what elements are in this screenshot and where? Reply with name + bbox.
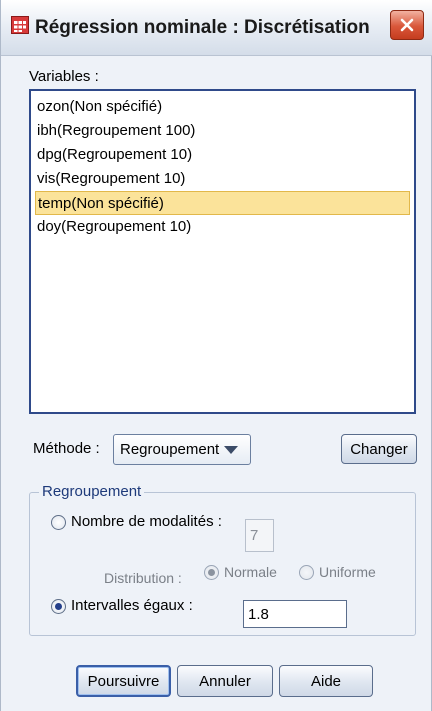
equal-intervals-radio[interactable] (51, 599, 66, 614)
categories-radio[interactable] (51, 515, 66, 530)
list-item[interactable]: ibh(Regroupement 100) (35, 119, 410, 143)
grouping-legend: Regroupement (39, 483, 145, 500)
uniform-radio[interactable] (299, 565, 314, 580)
method-label: Méthode : (33, 440, 100, 457)
normal-radio[interactable] (204, 565, 219, 580)
method-dropdown[interactable]: Regroupement (113, 434, 251, 465)
chevron-down-icon (224, 446, 238, 454)
equal-intervals-label: Intervalles égaux : (71, 597, 193, 614)
list-item-selected[interactable]: temp(Non spécifié) (35, 191, 410, 215)
list-item[interactable]: vis(Regroupement 10) (35, 167, 410, 191)
list-item[interactable]: doy(Regroupement 10) (35, 215, 410, 239)
list-item[interactable]: dpg(Regroupement 10) (35, 143, 410, 167)
cancel-button[interactable]: Annuler (177, 665, 273, 697)
window-title: Régression nominale : Discrétisation (35, 17, 370, 38)
equal-intervals-input[interactable]: 1.8 (243, 600, 347, 628)
categories-input[interactable]: 7 (245, 519, 274, 552)
distribution-label: Distribution : (104, 570, 182, 586)
dialog-window: Régression nominale : Discrétisation Var… (0, 0, 432, 711)
categories-label: Nombre de modalités : (71, 513, 222, 530)
normal-label: Normale (224, 564, 277, 580)
method-selected-value: Regroupement (120, 441, 220, 458)
list-item[interactable]: ozon(Non spécifié) (35, 95, 410, 119)
title-bar[interactable]: Régression nominale : Discrétisation (1, 0, 432, 56)
help-button[interactable]: Aide (279, 665, 373, 697)
spreadsheet-icon (11, 16, 29, 34)
uniform-label: Uniforme (319, 564, 376, 580)
change-button[interactable]: Changer (341, 434, 417, 464)
close-icon (400, 18, 414, 32)
variables-label: Variables : (29, 68, 99, 85)
close-button[interactable] (390, 10, 424, 40)
variables-listbox[interactable]: ozon(Non spécifié) ibh(Regroupement 100)… (29, 89, 416, 414)
continue-button[interactable]: Poursuivre (76, 665, 171, 697)
